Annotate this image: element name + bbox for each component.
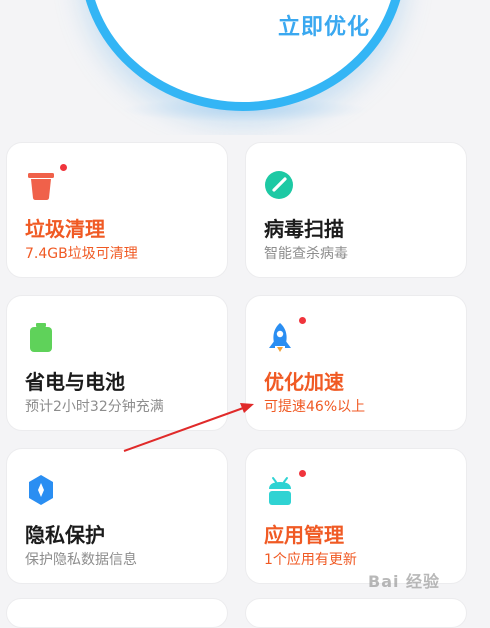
- card-partial[interactable]: [245, 598, 467, 628]
- virus-scan-icon: [265, 171, 293, 199]
- optimize-now-label: 立即优化: [277, 15, 370, 40]
- card-app-management[interactable]: 应用管理 1个应用有更新: [245, 448, 467, 584]
- battery-icon: [30, 323, 52, 352]
- card-subtitle: 保护隐私数据信息: [25, 552, 137, 568]
- card-title: 应用管理: [264, 523, 344, 547]
- card-power-battery[interactable]: 省电与电池 预计2小时32分钟充满: [6, 295, 228, 431]
- card-subtitle: 智能查杀病毒: [264, 246, 348, 262]
- trash-bin-icon: [28, 173, 54, 200]
- rocket-icon: [269, 323, 291, 352]
- badge-dot: [299, 317, 306, 324]
- card-privacy-protection[interactable]: 隐私保护 保护隐私数据信息: [6, 448, 228, 584]
- card-subtitle: 可提速46%以上: [264, 399, 366, 415]
- optimize-hero: 立即优化: [0, 0, 490, 135]
- badge-dot: [299, 470, 306, 477]
- privacy-shield-icon: [29, 475, 53, 505]
- badge-dot: [60, 164, 67, 171]
- card-partial[interactable]: [6, 598, 228, 628]
- card-subtitle: 预计2小时32分钟充满: [25, 399, 164, 415]
- card-title: 省电与电池: [25, 370, 125, 394]
- card-subtitle: 1个应用有更新: [264, 552, 357, 568]
- card-title: 病毒扫描: [264, 217, 344, 241]
- card-title: 优化加速: [264, 370, 344, 394]
- card-speed-boost[interactable]: 优化加速 可提速46%以上: [245, 295, 467, 431]
- android-app-icon: [269, 477, 291, 505]
- card-title: 垃圾清理: [25, 217, 105, 241]
- card-junk-cleanup[interactable]: 垃圾清理 7.4GB垃圾可清理: [6, 142, 228, 278]
- card-virus-scan[interactable]: 病毒扫描 智能查杀病毒: [245, 142, 467, 278]
- card-title: 隐私保护: [25, 523, 105, 547]
- card-subtitle: 7.4GB垃圾可清理: [25, 246, 138, 262]
- watermark: Bai 经验: [368, 572, 441, 591]
- optimize-now-button[interactable]: 立即优化: [80, 0, 406, 111]
